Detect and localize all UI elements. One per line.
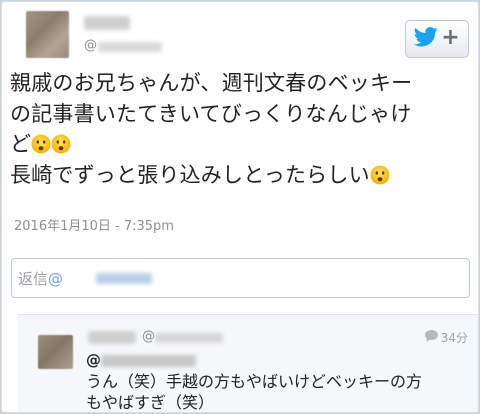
reply-line: もやばすぎ（笑） bbox=[86, 393, 215, 412]
reply-thread: @ 34分 @ うん（笑）手越の方もやばいけどベッキーの方 もやばすぎ（笑） bbox=[18, 314, 478, 412]
handle-prefix: @ bbox=[142, 329, 155, 344]
reply-meta[interactable]: 34分 bbox=[424, 329, 468, 346]
reply-at: @ bbox=[48, 270, 64, 288]
handle-redacted bbox=[98, 42, 162, 52]
mention-prefix: @ bbox=[86, 351, 101, 369]
reply-placeholder: 返信@ bbox=[18, 268, 63, 289]
tweet-line-text: ど bbox=[10, 132, 32, 156]
tweet-line: 親戚のお兄ちゃんが、週刊文春のベッキー bbox=[10, 71, 413, 95]
tweet-header: @ + bbox=[2, 2, 478, 64]
display-name-redacted[interactable] bbox=[84, 16, 130, 30]
handle-redacted bbox=[155, 333, 223, 343]
frowning-face-icon bbox=[51, 132, 71, 154]
tweet-line: の記事書いたてきいてびっくりなんじゃけ bbox=[10, 101, 412, 126]
tweet-line-text: 長崎でずっと張り込みしとったらしい bbox=[10, 162, 370, 187]
reply-line: うん（笑）手越の方もやばいけどベッキーの方 bbox=[86, 372, 423, 391]
speech-bubble-icon bbox=[424, 330, 438, 345]
tweet-line-with-emoji: ど bbox=[10, 129, 470, 160]
reply-input[interactable]: 返信@ bbox=[11, 258, 470, 298]
plus-icon: + bbox=[441, 25, 460, 50]
follow-button[interactable]: + bbox=[405, 20, 469, 58]
avatar[interactable] bbox=[26, 11, 69, 58]
frowning-face-icon bbox=[31, 132, 51, 154]
handle-prefix: @ bbox=[84, 38, 97, 53]
tweet-line-with-emoji: 長崎でずっと張り込みしとったらしい bbox=[10, 160, 470, 191]
reply-body: うん（笑）手越の方もやばいけどベッキーの方 もやばすぎ（笑） bbox=[86, 371, 470, 412]
mention-redacted bbox=[101, 355, 196, 367]
display-name-redacted[interactable] bbox=[88, 331, 136, 344]
reply-label: 返信 bbox=[18, 270, 49, 288]
tweet-card: @ + 親戚のお兄ちゃんが、週刊文春のベッキー の記事書いたてきいてびっくりなん… bbox=[1, 1, 479, 413]
tweet-timestamp[interactable]: 2016年1月10日 - 7:35pm bbox=[14, 215, 174, 234]
tweet-body: 親戚のお兄ちゃんが、週刊文春のベッキー の記事書いたてきいてびっくりなんじゃけ … bbox=[10, 68, 470, 190]
frowning-face-icon bbox=[370, 163, 390, 184]
twitter-bird-icon bbox=[414, 27, 438, 51]
reply-time: 34分 bbox=[440, 331, 468, 345]
avatar[interactable] bbox=[38, 335, 73, 369]
reply-handle-redacted bbox=[96, 273, 152, 284]
